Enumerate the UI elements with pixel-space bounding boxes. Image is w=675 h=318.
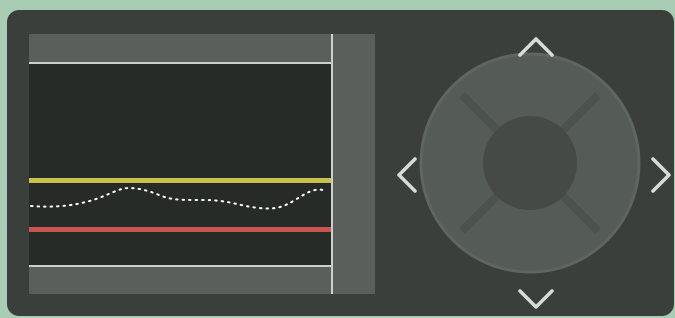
- lower-limit-line: [29, 227, 331, 232]
- display-screen: [29, 34, 375, 294]
- chevron-left-icon[interactable]: [394, 155, 420, 195]
- device-body: [7, 10, 674, 316]
- dpad-up-button[interactable]: [487, 56, 573, 111]
- dpad-down-button[interactable]: [487, 215, 573, 270]
- chevron-right-icon[interactable]: [648, 155, 674, 195]
- dpad-control: [392, 24, 671, 314]
- dpad-center-button[interactable]: [483, 116, 577, 210]
- signal-trace: [30, 186, 324, 210]
- dpad-right-button[interactable]: [582, 120, 637, 206]
- screen-divider: [331, 34, 333, 294]
- display-plot-area: [29, 62, 331, 267]
- upper-limit-line: [29, 178, 331, 183]
- chevron-up-icon[interactable]: [516, 34, 556, 60]
- chevron-down-icon[interactable]: [516, 286, 556, 312]
- dpad-left-button[interactable]: [423, 120, 478, 206]
